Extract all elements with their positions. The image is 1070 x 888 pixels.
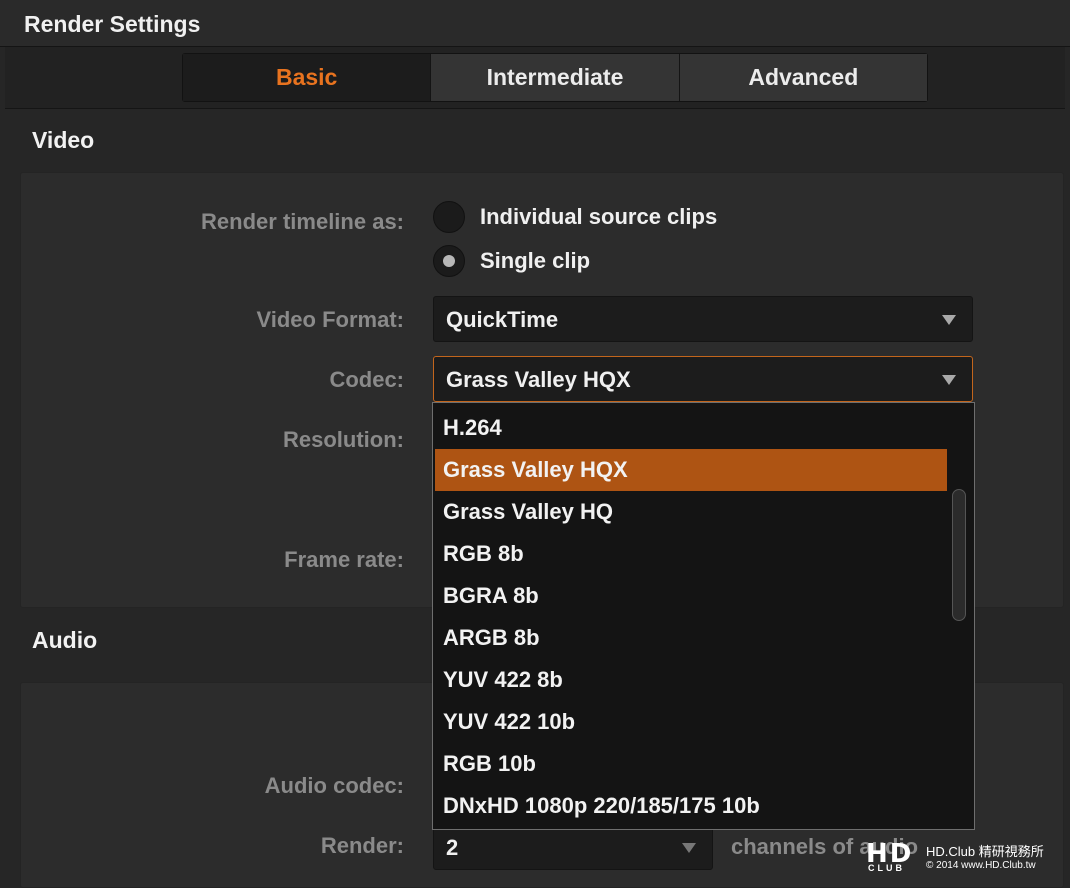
radio-single-clip[interactable]: Single clip [433,245,590,277]
render-channels-value: 2 [446,835,459,860]
codec-option-bgra-8b[interactable]: BGRA 8b [435,575,947,617]
scrollbar-thumb[interactable] [952,489,966,621]
tab-advanced[interactable]: Advanced [679,54,927,101]
video-format-select[interactable]: QuickTime [433,296,973,342]
watermark: HD CLUB HD.Club 精研視務所 © 2014 www.HD.Club… [866,835,1066,875]
codec-dropdown-list[interactable]: H.264 Grass Valley HQX Grass Valley HQ R… [432,402,975,830]
codec-option-h264[interactable]: H.264 [435,407,947,449]
title-bar: Render Settings [0,0,1070,47]
hd-club-logo-sub: CLUB [868,863,905,873]
radio-button[interactable] [433,201,465,233]
codec-option-yuv-422-10b[interactable]: YUV 422 10b [435,701,947,743]
watermark-line2: © 2014 www.HD.Club.tw [926,860,1036,871]
codec-option-rgb-8b[interactable]: RGB 8b [435,533,947,575]
tab-basic[interactable]: Basic [183,54,432,101]
chevron-down-icon [942,315,956,325]
chevron-down-icon [682,843,696,853]
render-channels-label: Render: [320,833,404,858]
video-section-title: Video [32,127,95,153]
watermark-line1: HD.Club 精研視務所 [926,844,1044,859]
window-title: Render Settings [24,11,201,37]
codec-option-yuv-422-8b[interactable]: YUV 422 8b [435,659,947,701]
video-format-label: Video Format: [256,307,404,332]
radio-button-selected[interactable] [433,245,465,277]
audio-section-title: Audio [32,627,98,653]
tab-group: Basic Intermediate Advanced [182,53,928,102]
dropdown-scrollbar[interactable] [950,403,970,829]
codec-option-rgb-10b[interactable]: RGB 10b [435,743,947,785]
codec-label: Codec: [329,367,404,392]
radio-label: Single clip [480,248,591,273]
codec-select[interactable]: Grass Valley HQX [433,356,973,402]
render-timeline-label: Render timeline as: [201,209,404,234]
codec-option-argb-8b[interactable]: ARGB 8b [435,617,947,659]
video-format-value: QuickTime [446,307,559,332]
frame-rate-label: Frame rate: [284,547,404,572]
codec-value: Grass Valley HQX [446,367,631,392]
audio-codec-label: Audio codec: [264,773,404,798]
codec-option-grass-valley-hqx[interactable]: Grass Valley HQX [435,449,947,491]
chevron-down-icon [942,375,956,385]
codec-option-dnxhd-1080p[interactable]: DNxHD 1080p 220/185/175 10b [435,785,947,827]
radio-individual-source-clips[interactable]: Individual source clips [433,201,717,233]
resolution-label: Resolution: [283,427,404,452]
tab-intermediate[interactable]: Intermediate [431,54,680,101]
render-channels-select[interactable]: 2 [433,824,713,870]
codec-option-grass-valley-hq[interactable]: Grass Valley HQ [435,491,947,533]
radio-dot-icon [443,255,455,267]
radio-label: Individual source clips [480,204,718,229]
